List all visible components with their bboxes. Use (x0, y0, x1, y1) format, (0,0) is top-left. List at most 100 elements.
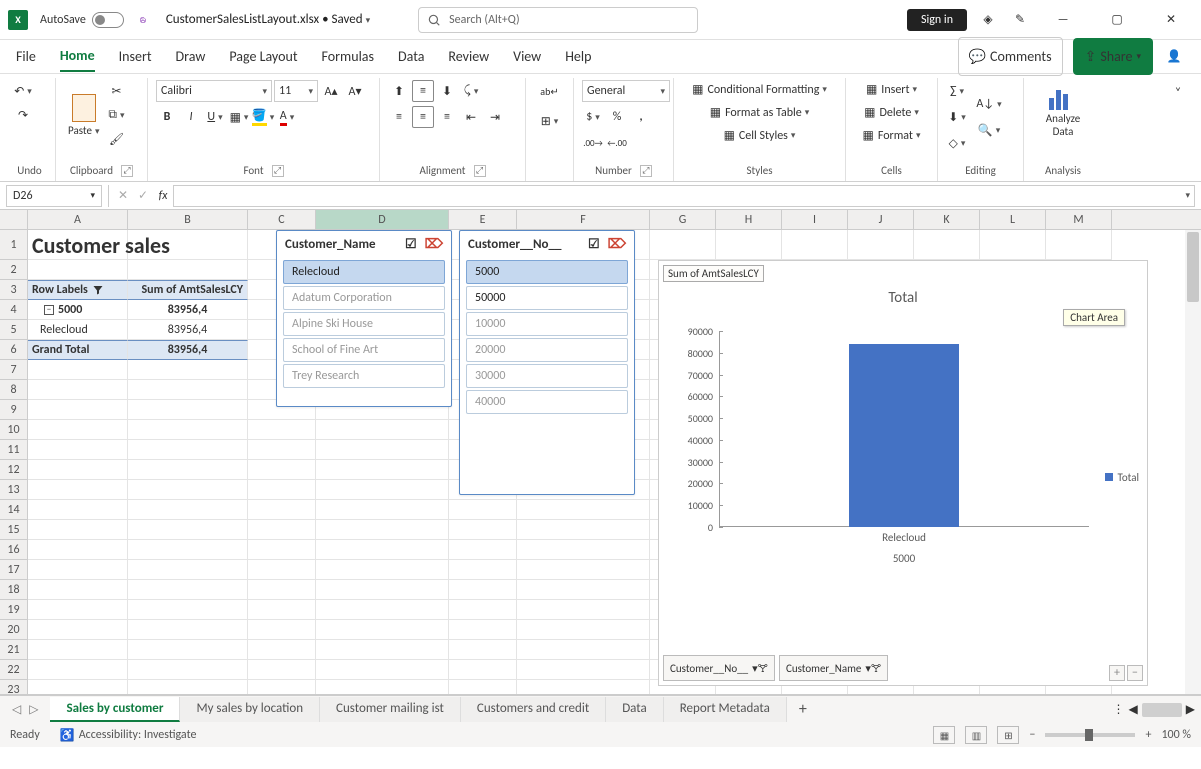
borders-button[interactable]: ▦ (228, 106, 250, 128)
sheet-tab[interactable]: Customer mailing ist (320, 697, 461, 722)
hscroll-left-button[interactable]: ◀ (1129, 702, 1138, 717)
cells-canvas[interactable]: Customer sales Row Labels Sum of AmtSale… (28, 230, 1201, 695)
close-button[interactable]: ✕ (1149, 4, 1193, 36)
column-headers[interactable]: ABCDEFGHIJKLM (0, 210, 1201, 230)
menu-formulas[interactable]: Formulas (322, 42, 374, 71)
new-sheet-button[interactable]: + (787, 696, 819, 723)
underline-button[interactable]: U (204, 106, 226, 128)
format-as-table-button[interactable]: ▦Format as Table (682, 103, 837, 122)
col-header-H[interactable]: H (716, 210, 782, 229)
conditional-formatting-button[interactable]: ▦Conditional Formatting (682, 80, 837, 99)
row-header-23[interactable]: 23 (0, 680, 27, 695)
slicer-item[interactable]: 10000 (466, 312, 628, 336)
pivot-row-1-label[interactable]: Relecloud (28, 320, 128, 340)
diamond-icon[interactable]: ◈ (977, 9, 999, 31)
align-left-button[interactable]: ≡ (388, 106, 410, 128)
row-header-11[interactable]: 11 (0, 440, 27, 460)
col-header-E[interactable]: E (449, 210, 517, 229)
slicer-item[interactable]: 50000 (466, 286, 628, 310)
row-header-12[interactable]: 12 (0, 460, 27, 480)
vertical-scrollbar[interactable] (1185, 230, 1201, 694)
multi-select-icon[interactable]: ☑ (405, 237, 417, 252)
comments-button[interactable]: 💬 Comments (958, 37, 1063, 76)
delete-cells-button[interactable]: ▦Delete (854, 103, 929, 122)
col-header-B[interactable]: B (128, 210, 248, 229)
sheet-tab[interactable]: Data (606, 697, 664, 722)
menu-view[interactable]: View (513, 42, 541, 71)
name-box[interactable]: D26▾ (6, 185, 102, 207)
row-header-17[interactable]: 17 (0, 560, 27, 580)
zoom-in-button[interactable]: + (1145, 728, 1151, 742)
col-header-M[interactable]: M (1046, 210, 1112, 229)
increase-font-button[interactable]: A▴ (320, 80, 342, 102)
slicer-item[interactable]: 30000 (466, 364, 628, 388)
percent-format-button[interactable]: % (606, 106, 628, 128)
clear-filter-icon[interactable]: ⌦ (425, 237, 443, 252)
maximize-button[interactable]: ▢ (1095, 4, 1139, 36)
fill-color-button[interactable]: 🪣 (252, 106, 274, 128)
italic-button[interactable]: I (180, 106, 202, 128)
font-size-combo[interactable]: 11▾ (274, 80, 318, 102)
clear-button[interactable]: ◇ (946, 132, 968, 154)
redo-button[interactable]: ↷ (12, 104, 34, 126)
row-header-4[interactable]: 4 (0, 300, 27, 320)
toggle-off-icon[interactable] (92, 12, 124, 28)
row-header-7[interactable]: 7 (0, 360, 27, 380)
align-middle-button[interactable]: ≡ (412, 80, 434, 102)
zoom-out-button[interactable]: − (1029, 728, 1035, 742)
slicer-item[interactable]: 5000 (466, 260, 628, 284)
chart-filter-customer-no[interactable]: Customer__No__▾🝖 (663, 655, 775, 681)
undo-button[interactable]: ↶ (12, 80, 34, 102)
increase-decimal-button[interactable]: .00→ (582, 132, 604, 154)
menu-draw[interactable]: Draw (176, 42, 206, 71)
paste-button[interactable]: Paste (64, 92, 103, 139)
col-header-F[interactable]: F (517, 210, 650, 229)
clipboard-dialog-launcher[interactable]: ⤢ (121, 165, 133, 177)
col-header-G[interactable]: G (650, 210, 716, 229)
row-header-15[interactable]: 15 (0, 520, 27, 540)
row-header-22[interactable]: 22 (0, 660, 27, 680)
multi-select-icon[interactable]: ☑ (588, 237, 600, 252)
align-bottom-button[interactable]: ⬇ (436, 80, 458, 102)
slicer-item[interactable]: Trey Research (283, 364, 445, 388)
alignment-dialog-launcher[interactable]: ⤢ (474, 165, 486, 177)
pivot-row-labels-header[interactable]: Row Labels (28, 280, 128, 300)
menu-help[interactable]: Help (565, 42, 591, 71)
orientation-button[interactable]: ⤹ (460, 80, 482, 102)
tab-next-button[interactable]: ▷ (29, 702, 38, 717)
fx-button[interactable]: fx (153, 185, 173, 207)
wrap-text-button[interactable]: ab↵ (539, 80, 561, 102)
analyze-data-button[interactable]: Analyze Data (1032, 80, 1094, 140)
number-dialog-launcher[interactable]: ⤢ (640, 165, 652, 177)
minimize-button[interactable]: — (1041, 4, 1085, 36)
row-header-2[interactable]: 2 (0, 260, 27, 280)
save-button[interactable] (132, 9, 154, 31)
copy-button[interactable]: ⧉ (105, 104, 127, 126)
chart-bar[interactable] (849, 344, 959, 527)
align-center-button[interactable]: ≡ (412, 106, 434, 128)
chart-legend[interactable]: Total (1105, 471, 1139, 484)
worksheet-area[interactable]: ABCDEFGHIJKLM 12345678910111213141516171… (0, 210, 1201, 695)
insert-cells-button[interactable]: ▦Insert (854, 80, 929, 99)
row-header-19[interactable]: 19 (0, 600, 27, 620)
row-header-10[interactable]: 10 (0, 420, 27, 440)
chart-measure-label[interactable]: Sum of AmtSalesLCY (663, 265, 764, 282)
comma-format-button[interactable]: , (630, 106, 652, 128)
cell-styles-button[interactable]: ▦Cell Styles (682, 126, 837, 145)
row-header-1[interactable]: 1 (0, 230, 27, 260)
normal-view-button[interactable]: ▦ (933, 726, 955, 744)
font-name-combo[interactable]: Calibri▾ (156, 80, 272, 102)
align-right-button[interactable]: ≡ (436, 106, 458, 128)
chart-expand-button[interactable]: + (1109, 665, 1125, 681)
slicer-item[interactable]: 40000 (466, 390, 628, 414)
search-input[interactable]: Search (Alt+Q) (418, 7, 698, 33)
col-header-C[interactable]: C (248, 210, 316, 229)
menu-file[interactable]: File (16, 42, 36, 71)
col-header-L[interactable]: L (980, 210, 1046, 229)
autosave-toggle[interactable]: AutoSave (40, 12, 124, 28)
ribbon-collapse-button[interactable]: ˅ (1167, 82, 1189, 104)
pivot-chart[interactable]: Sum of AmtSalesLCY Total Chart Area 0100… (658, 260, 1148, 686)
expand-formula-bar-icon[interactable]: ▾ (1185, 190, 1190, 201)
collapse-icon[interactable]: − (44, 305, 54, 315)
cut-button[interactable]: ✂ (105, 80, 127, 102)
